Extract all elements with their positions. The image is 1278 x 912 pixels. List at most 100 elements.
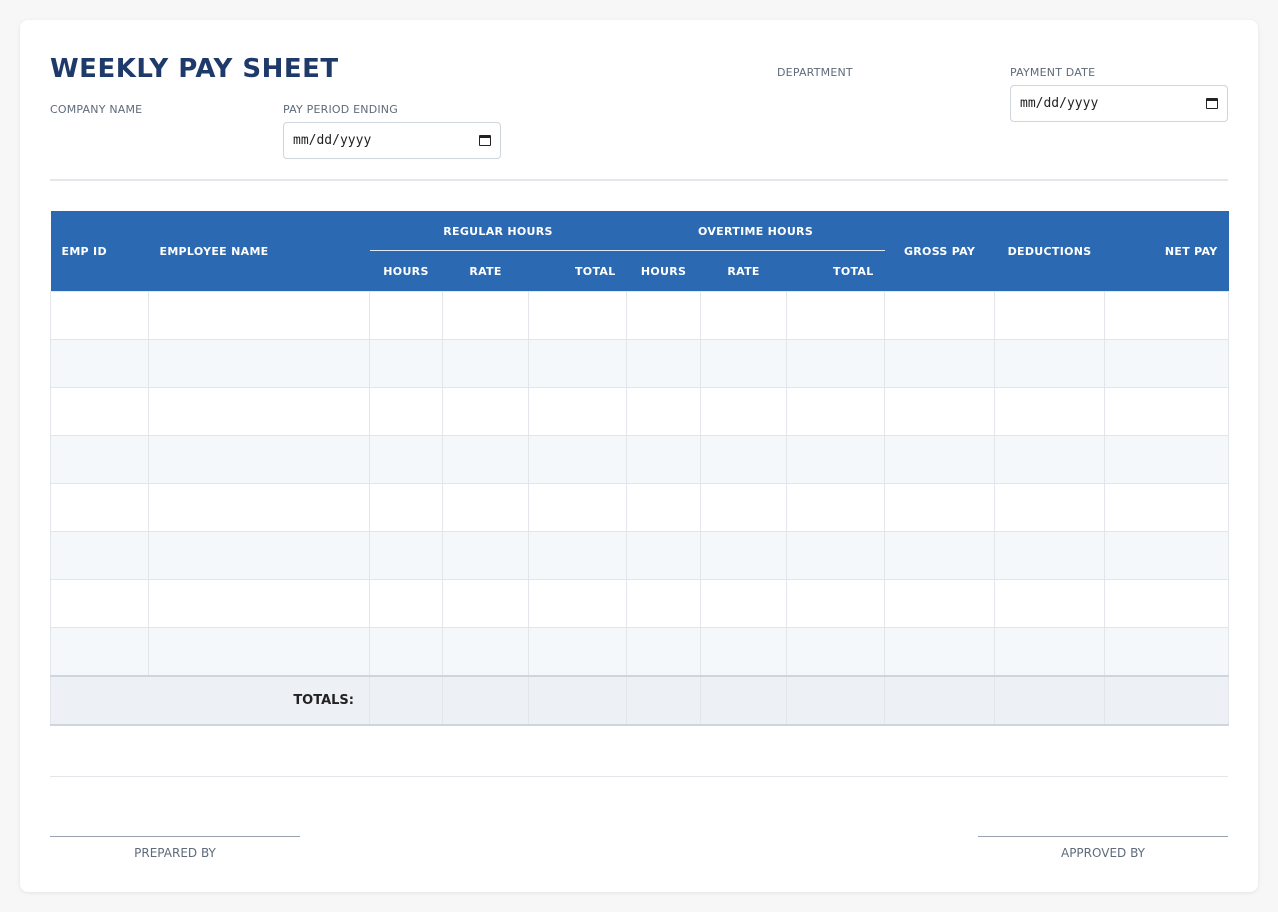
- cell-regular-hours[interactable]: [369, 483, 443, 532]
- cell-deductions[interactable]: [994, 387, 1106, 436]
- total-cell[interactable]: [884, 675, 996, 726]
- cell-deductions[interactable]: [994, 291, 1106, 340]
- cell-regular-hours[interactable]: [369, 627, 443, 677]
- cell-overtime-rate[interactable]: [700, 387, 788, 436]
- cell-deductions[interactable]: [994, 579, 1106, 628]
- calendar-icon[interactable]: [479, 135, 491, 146]
- cell-gross-pay[interactable]: [884, 531, 996, 580]
- cell-employee-name[interactable]: [148, 387, 370, 436]
- cell-overtime-hours[interactable]: [626, 291, 702, 340]
- cell-deductions[interactable]: [994, 339, 1106, 388]
- cell-regular-total[interactable]: [527, 291, 628, 340]
- cell-regular-rate[interactable]: [442, 483, 529, 532]
- cell-emp-id[interactable]: [50, 435, 149, 484]
- cell-regular-rate[interactable]: [442, 579, 529, 628]
- cell-overtime-rate[interactable]: [700, 435, 788, 484]
- cell-regular-total[interactable]: [527, 627, 628, 677]
- cell-overtime-hours[interactable]: [626, 579, 702, 628]
- total-cell[interactable]: [369, 675, 443, 726]
- cell-deductions[interactable]: [994, 531, 1106, 580]
- cell-gross-pay[interactable]: [884, 579, 996, 628]
- cell-employee-name[interactable]: [148, 627, 370, 677]
- cell-overtime-rate[interactable]: [700, 579, 788, 628]
- cell-regular-total[interactable]: [527, 579, 628, 628]
- pay-period-date-input[interactable]: mm/dd/yyyy: [283, 122, 501, 159]
- cell-deductions[interactable]: [994, 627, 1106, 677]
- cell-regular-rate[interactable]: [442, 339, 529, 388]
- total-cell[interactable]: [442, 675, 529, 726]
- cell-overtime-total[interactable]: [786, 483, 886, 532]
- cell-regular-total[interactable]: [527, 483, 628, 532]
- cell-employee-name[interactable]: [148, 435, 370, 484]
- cell-emp-id[interactable]: [50, 483, 149, 532]
- cell-overtime-hours[interactable]: [626, 387, 702, 436]
- cell-gross-pay[interactable]: [884, 627, 996, 677]
- cell-deductions[interactable]: [994, 435, 1106, 484]
- cell-regular-hours[interactable]: [369, 339, 443, 388]
- cell-emp-id[interactable]: [50, 339, 149, 388]
- total-cell[interactable]: [626, 675, 702, 726]
- cell-overtime-total[interactable]: [786, 627, 886, 677]
- cell-emp-id[interactable]: [50, 291, 149, 340]
- cell-regular-hours[interactable]: [369, 291, 443, 340]
- approved-by-signature-line[interactable]: [978, 836, 1228, 837]
- cell-emp-id[interactable]: [50, 579, 149, 628]
- cell-overtime-total[interactable]: [786, 579, 886, 628]
- prepared-by-signature-line[interactable]: [50, 836, 300, 837]
- cell-gross-pay[interactable]: [884, 387, 996, 436]
- cell-net-pay[interactable]: [1104, 579, 1230, 628]
- cell-overtime-rate[interactable]: [700, 339, 788, 388]
- cell-employee-name[interactable]: [148, 339, 370, 388]
- cell-emp-id[interactable]: [50, 387, 149, 436]
- cell-regular-hours[interactable]: [369, 387, 443, 436]
- cell-net-pay[interactable]: [1104, 435, 1230, 484]
- cell-overtime-total[interactable]: [786, 435, 886, 484]
- cell-overtime-hours[interactable]: [626, 435, 702, 484]
- cell-net-pay[interactable]: [1104, 339, 1230, 388]
- cell-regular-total[interactable]: [527, 531, 628, 580]
- cell-emp-id[interactable]: [50, 627, 149, 677]
- cell-regular-rate[interactable]: [442, 387, 529, 436]
- total-cell[interactable]: [1104, 675, 1230, 726]
- cell-net-pay[interactable]: [1104, 627, 1230, 677]
- cell-regular-rate[interactable]: [442, 435, 529, 484]
- cell-net-pay[interactable]: [1104, 483, 1230, 532]
- cell-overtime-total[interactable]: [786, 531, 886, 580]
- cell-overtime-rate[interactable]: [700, 291, 788, 340]
- cell-regular-total[interactable]: [527, 339, 628, 388]
- cell-overtime-rate[interactable]: [700, 627, 788, 677]
- cell-employee-name[interactable]: [148, 531, 370, 580]
- total-cell[interactable]: [700, 675, 788, 726]
- cell-regular-rate[interactable]: [442, 627, 529, 677]
- cell-regular-total[interactable]: [527, 387, 628, 436]
- cell-regular-total[interactable]: [527, 435, 628, 484]
- cell-gross-pay[interactable]: [884, 339, 996, 388]
- total-cell[interactable]: [786, 675, 886, 726]
- cell-overtime-hours[interactable]: [626, 627, 702, 677]
- cell-overtime-rate[interactable]: [700, 483, 788, 532]
- cell-regular-rate[interactable]: [442, 291, 529, 340]
- cell-overtime-total[interactable]: [786, 339, 886, 388]
- payment-date-input[interactable]: mm/dd/yyyy: [1010, 85, 1228, 122]
- cell-gross-pay[interactable]: [884, 291, 996, 340]
- cell-overtime-hours[interactable]: [626, 531, 702, 580]
- cell-overtime-hours[interactable]: [626, 339, 702, 388]
- cell-deductions[interactable]: [994, 483, 1106, 532]
- cell-regular-hours[interactable]: [369, 531, 443, 580]
- cell-employee-name[interactable]: [148, 579, 370, 628]
- cell-regular-hours[interactable]: [369, 579, 443, 628]
- cell-net-pay[interactable]: [1104, 387, 1230, 436]
- cell-net-pay[interactable]: [1104, 531, 1230, 580]
- cell-emp-id[interactable]: [50, 531, 149, 580]
- cell-overtime-total[interactable]: [786, 291, 886, 340]
- cell-regular-rate[interactable]: [442, 531, 529, 580]
- cell-regular-hours[interactable]: [369, 435, 443, 484]
- total-cell[interactable]: [994, 675, 1106, 726]
- cell-employee-name[interactable]: [148, 483, 370, 532]
- cell-overtime-total[interactable]: [786, 387, 886, 436]
- cell-gross-pay[interactable]: [884, 435, 996, 484]
- cell-net-pay[interactable]: [1104, 291, 1230, 340]
- calendar-icon[interactable]: [1206, 98, 1218, 109]
- cell-gross-pay[interactable]: [884, 483, 996, 532]
- total-cell[interactable]: [527, 675, 628, 726]
